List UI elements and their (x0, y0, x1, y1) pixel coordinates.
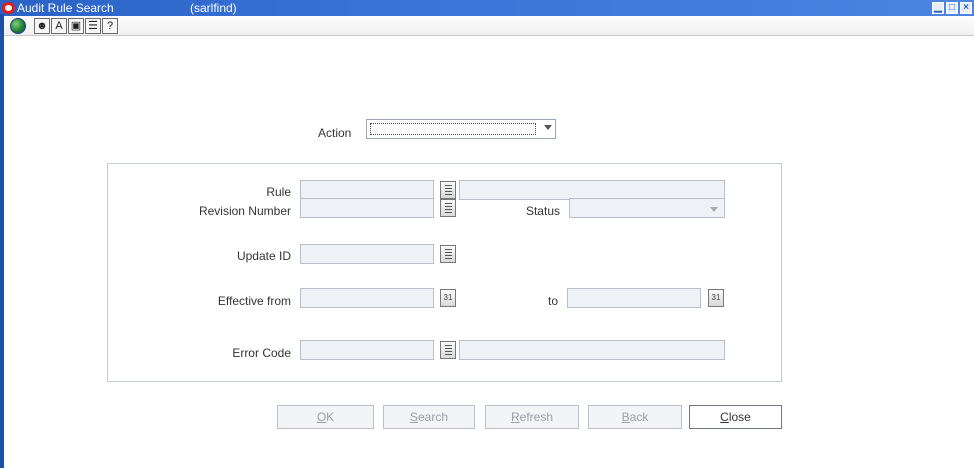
search-button[interactable]: Search (383, 405, 475, 429)
close-mnemonic: C (720, 410, 729, 424)
window-subtitle: (sarlfind) (190, 1, 237, 15)
notes-icon[interactable]: ☰ (85, 18, 101, 34)
maximize-icon[interactable]: □ (946, 2, 958, 14)
globe-icon[interactable] (10, 18, 26, 34)
action-label: Action (318, 126, 352, 140)
status-label: Status (525, 204, 560, 218)
revision-number-input[interactable] (300, 198, 434, 218)
chevron-down-icon[interactable] (710, 207, 718, 212)
minimize-icon[interactable]: ▁ (932, 2, 944, 14)
calendar-icon[interactable]: 31 (708, 289, 724, 307)
search-label: earch (417, 410, 449, 424)
error-code-label: Error Code (232, 346, 291, 360)
window-icon[interactable]: ▣ (68, 18, 84, 34)
action-select-value (370, 123, 536, 135)
effective-from-input[interactable] (300, 288, 434, 308)
ok-mnemonic: O (316, 410, 327, 424)
ok-label: K (326, 410, 335, 424)
window-left-border (0, 14, 4, 468)
chevron-down-icon[interactable] (544, 125, 552, 130)
rule-label: Rule (266, 185, 291, 199)
rule-input[interactable] (300, 180, 434, 200)
update-id-label: Update ID (236, 249, 291, 263)
error-code-description-field (459, 340, 725, 360)
revision-number-label: Revision Number (198, 204, 291, 218)
status-select[interactable] (569, 198, 725, 218)
error-code-input[interactable] (300, 340, 434, 360)
text-size-icon[interactable]: A (51, 18, 67, 34)
close-window-icon[interactable]: × (960, 2, 972, 14)
back-button[interactable]: Back (588, 405, 682, 429)
refresh-label: efresh (519, 410, 554, 424)
help-icon[interactable]: ? (102, 18, 118, 34)
effective-to-input[interactable] (567, 288, 701, 308)
rule-description-field (459, 180, 725, 200)
toolbar: ☻ A ▣ ☰ ? (4, 16, 974, 36)
close-button[interactable]: Close (689, 405, 782, 429)
back-mnemonic: B (621, 410, 630, 424)
refresh-button[interactable]: Refresh (485, 405, 579, 429)
action-select[interactable] (366, 119, 556, 139)
rule-lov-icon[interactable] (440, 181, 456, 199)
audit-rule-search-window: Audit Rule Search (sarlfind) ▁ □ × ☻ A ▣… (0, 0, 974, 468)
update-id-input[interactable] (300, 244, 434, 264)
ok-button[interactable]: OK (277, 405, 374, 429)
search-mnemonic: S (409, 410, 418, 424)
to-label: to (547, 294, 558, 308)
update-id-lov-icon[interactable] (440, 245, 456, 263)
error-code-lov-icon[interactable] (440, 341, 456, 359)
back-label: ack (629, 410, 649, 424)
oracle-logo-icon (2, 2, 15, 14)
exit-icon[interactable]: ☻ (34, 18, 50, 34)
title-bar[interactable]: Audit Rule Search (sarlfind) ▁ □ × (0, 0, 974, 16)
revision-lov-icon[interactable] (440, 199, 456, 217)
close-label: lose (728, 410, 751, 424)
effective-from-label: Effective from (217, 294, 291, 308)
refresh-mnemonic: R (510, 410, 520, 424)
calendar-icon[interactable]: 31 (440, 289, 456, 307)
window-title: Audit Rule Search (17, 1, 114, 15)
